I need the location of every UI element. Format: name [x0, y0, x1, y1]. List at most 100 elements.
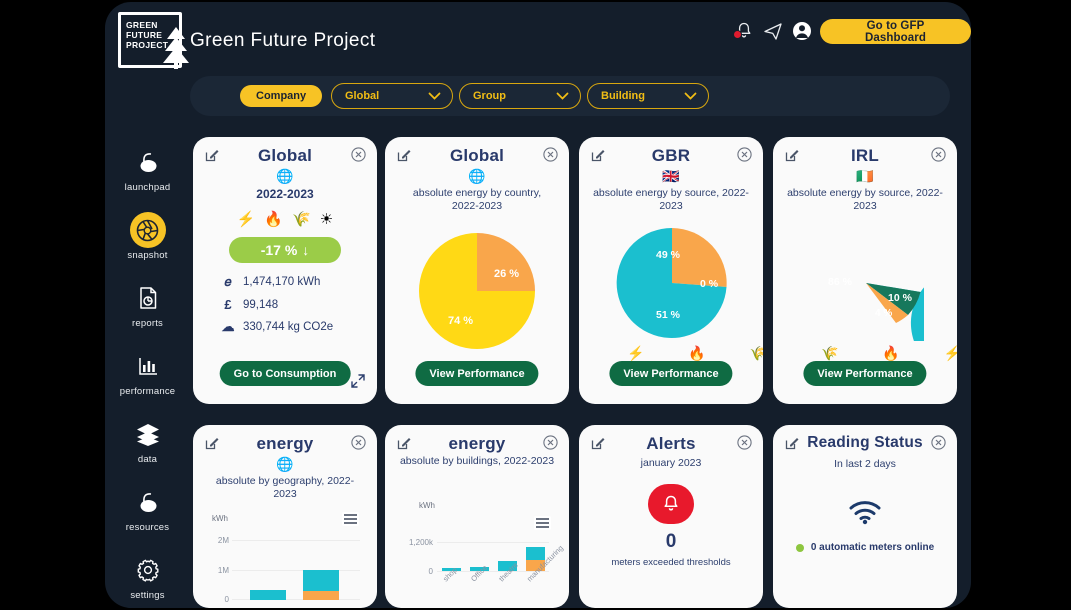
solar-sun-icon: ☀	[319, 211, 334, 228]
alert-bell-icon	[648, 484, 694, 524]
bar-segment-electricity	[250, 590, 286, 600]
close-icon[interactable]	[931, 147, 946, 162]
card-alerts: Alerts january 2023 0 meters exceeded th…	[579, 425, 763, 608]
biomass-icon: 🌾	[749, 345, 763, 361]
edit-icon[interactable]	[397, 436, 411, 450]
sidebar-item-data[interactable]: data	[105, 416, 190, 478]
card-reading-status: Reading Status In last 2 days 0 automati…	[773, 425, 957, 608]
y-tick: 0	[224, 595, 229, 604]
card-subtitle: january 2023	[640, 457, 702, 469]
sidebar-label-data: data	[137, 454, 158, 465]
layers-icon	[130, 416, 166, 452]
source-legend: ⚡ 🔥 🌾	[605, 345, 763, 362]
close-icon[interactable]	[543, 147, 558, 162]
edit-icon[interactable]	[785, 436, 799, 450]
sidebar-label-snapshot: snapshot	[127, 250, 168, 261]
view-performance-button[interactable]: View Performance	[415, 361, 539, 386]
sidebar-label-settings: settings	[130, 590, 165, 601]
globe-icon: 🌐	[276, 168, 294, 184]
page-title: Green Future Project	[190, 30, 376, 51]
sidebar-item-reports[interactable]: reports	[105, 280, 190, 342]
sidebar-item-snapshot[interactable]: snapshot	[105, 212, 190, 274]
edit-icon[interactable]	[591, 148, 605, 162]
tree-icon	[163, 27, 189, 69]
gas-flame-icon: 🔥	[688, 345, 706, 361]
sidebar-item-launchpad[interactable]: launchpad	[105, 144, 190, 206]
metric-value: 1,474,170 kWh	[243, 276, 321, 288]
sidebar-item-resources[interactable]: resources	[105, 484, 190, 546]
edit-icon[interactable]	[785, 148, 799, 162]
wifi-icon	[773, 499, 957, 530]
y-axis-label: kWh	[419, 501, 435, 510]
y-tick: 1M	[217, 566, 229, 575]
close-icon[interactable]	[931, 435, 946, 450]
hamburger-menu-icon[interactable]	[534, 516, 551, 530]
card-gbr-by-source: GBR 🇬🇧 absolute energy by source, 2022-2…	[579, 137, 763, 404]
close-icon[interactable]	[351, 147, 366, 162]
close-icon[interactable]	[351, 435, 366, 450]
chevron-down-icon	[428, 92, 441, 100]
down-arrow-icon: ↓	[302, 242, 310, 258]
bar-chart-energy-buildings: kWh 1,200k 0 shop Office theatre manufac…	[385, 491, 569, 608]
bar-segment-gas	[303, 591, 339, 600]
card-title: Global	[257, 146, 313, 165]
user-avatar-icon[interactable]	[791, 20, 813, 42]
card-title: IRL	[851, 146, 879, 165]
carbon-cloud-icon: ☁	[221, 319, 235, 334]
close-icon[interactable]	[543, 435, 558, 450]
filter-company-button[interactable]: Company	[240, 85, 323, 107]
gas-flame-icon: 🔥	[882, 345, 900, 361]
bell-icon[interactable]	[733, 20, 755, 42]
card-subtitle: In last 2 days	[834, 458, 896, 470]
sidebar-item-settings[interactable]: settings	[105, 552, 190, 608]
close-icon[interactable]	[737, 147, 752, 162]
card-title: Alerts	[646, 434, 696, 453]
source-icon-row: ⚡ 🔥 🌾 ☀	[193, 210, 377, 228]
launchpad-icon	[130, 144, 166, 180]
card-subtitle: absolute energy by source, 2022-2023	[593, 187, 749, 212]
metrics-list: 𝑒 1,474,170 kWh £ 99,148 ☁ 330,744 kg CO…	[221, 274, 377, 335]
card-title: energy	[448, 434, 506, 453]
alert-caption: meters exceeded thresholds	[611, 557, 731, 568]
globe-icon: 🌐	[276, 456, 294, 472]
aperture-icon	[129, 212, 166, 248]
card-subtitle: absolute by geography, 2022-2023	[215, 475, 355, 500]
y-tick: 2M	[217, 536, 229, 545]
view-performance-button[interactable]: View Performance	[803, 361, 927, 386]
document-chart-icon	[130, 280, 166, 316]
pie-chart-irl-source: 86 % 10 % 4 %	[828, 276, 924, 341]
card-irl-by-source: IRL 🇮🇪 absolute energy by source, 2022-2…	[773, 137, 957, 404]
pie-label-electricity: 51 %	[656, 309, 681, 321]
edit-icon[interactable]	[591, 436, 605, 450]
card-title: GBR	[651, 146, 691, 165]
sidebar: launchpad snapshot reports performance d…	[105, 122, 190, 608]
notification-badge	[733, 30, 742, 39]
sidebar-item-performance[interactable]: performance	[105, 348, 190, 410]
view-performance-button[interactable]: View Performance	[609, 361, 733, 386]
delta-badge: -17 % ↓	[229, 237, 341, 263]
logo-mark: GREEN FUTURE PROJECT	[118, 12, 189, 69]
pie-label-gb: 74 %	[448, 315, 473, 327]
go-to-consumption-button[interactable]: Go to Consumption	[219, 361, 351, 386]
card-subtitle: absolute by buildings, 2022-2023	[399, 455, 555, 467]
expand-arrows-icon[interactable]	[351, 374, 365, 388]
edit-icon[interactable]	[205, 148, 219, 162]
gridline	[232, 570, 360, 571]
go-to-gfp-dashboard-button[interactable]: Go to GFP Dashboard	[820, 19, 971, 44]
filter-global-dropdown[interactable]: Global	[331, 83, 453, 109]
card-year: 2022-2023	[256, 187, 314, 201]
paper-plane-icon[interactable]	[762, 20, 784, 42]
flag-gb-icon: 🇬🇧	[662, 168, 680, 184]
hamburger-menu-icon[interactable]	[342, 512, 359, 526]
edit-icon[interactable]	[205, 436, 219, 450]
close-icon[interactable]	[737, 435, 752, 450]
filter-building-dropdown[interactable]: Building	[587, 83, 709, 109]
card-title: energy	[256, 434, 314, 453]
edit-icon[interactable]	[397, 148, 411, 162]
electricity-bolt-icon: ⚡	[236, 211, 256, 228]
filter-group-dropdown[interactable]: Group	[459, 83, 581, 109]
pound-sterling-icon: £	[224, 297, 232, 312]
card-subtitle: absolute energy by country, 2022-2023	[412, 187, 542, 212]
metric-row: ☁ 330,744 kg CO2e	[221, 319, 377, 335]
biomass-icon: 🌾	[820, 345, 839, 361]
